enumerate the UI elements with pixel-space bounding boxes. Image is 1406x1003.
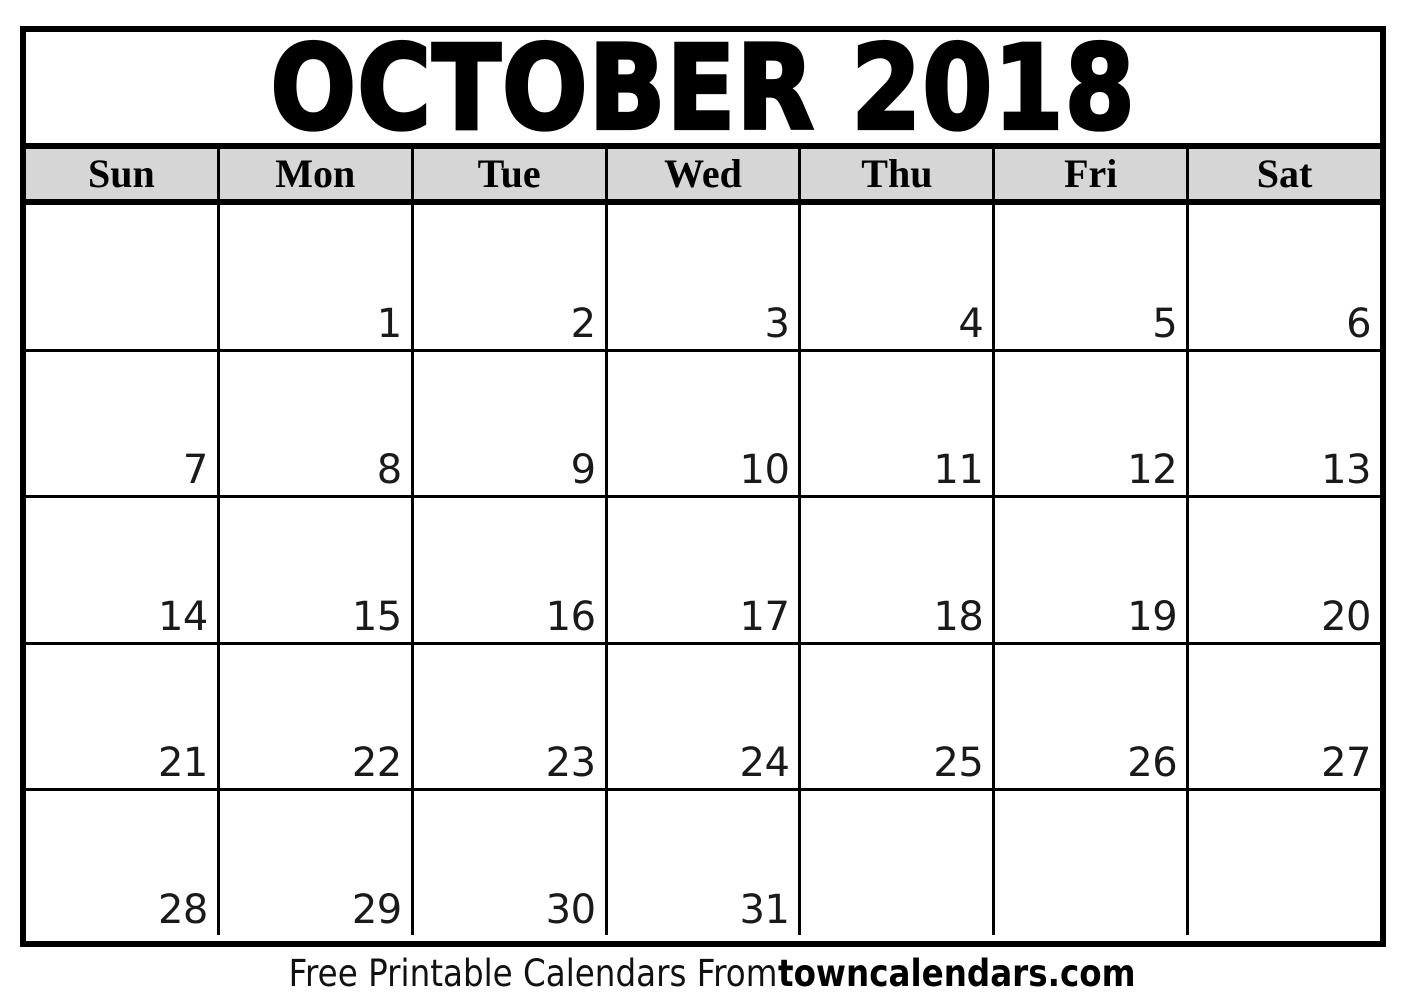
week-row: 7 8 9 10 11 12 13 (26, 351, 1381, 499)
day-cell[interactable]: 20 (1189, 498, 1381, 642)
day-cell[interactable]: 27 (1189, 644, 1381, 789)
day-number: 19 (1127, 593, 1178, 640)
weekday-header-fri: Fri (995, 149, 1190, 199)
day-number: 21 (157, 740, 208, 787)
day-number: 1 (376, 300, 402, 347)
calendar-frame: OCTOBER 2018 Sun Mon Tue Wed Thu Fri Sat (20, 26, 1386, 947)
calendar-grid: 1 2 3 4 5 6 7 8 9 10 11 12 13 14 15 16 1… (26, 205, 1381, 935)
day-cell[interactable]: 1 (219, 205, 414, 349)
day-number: 13 (1321, 447, 1372, 494)
day-number: 16 (545, 593, 596, 640)
footer: Free Printable Calendars From towncalend… (0, 952, 1406, 996)
day-cell[interactable]: 29 (219, 791, 414, 935)
day-cell[interactable]: 11 (801, 351, 996, 496)
weekday-header-wed: Wed (607, 149, 802, 199)
day-cell[interactable]: 8 (219, 351, 414, 496)
day-number: 25 (933, 740, 984, 787)
day-number: 28 (157, 886, 208, 933)
day-number: 29 (351, 886, 402, 933)
calendar-page: OCTOBER 2018 Sun Mon Tue Wed Thu Fri Sat (0, 0, 1406, 1003)
day-cell[interactable]: 18 (801, 498, 996, 642)
day-number: 5 (1152, 300, 1178, 347)
day-cell[interactable]: 25 (801, 644, 996, 789)
day-cell[interactable]: 5 (995, 205, 1190, 349)
day-number: 24 (739, 740, 790, 787)
day-cell[interactable]: 17 (607, 498, 802, 642)
day-cell[interactable]: 28 (26, 791, 220, 935)
weekday-label: Tue (477, 151, 541, 196)
day-cell[interactable] (26, 205, 220, 349)
day-number: 26 (1127, 740, 1178, 787)
day-cell[interactable]: 26 (995, 644, 1190, 789)
day-number: 4 (958, 300, 984, 347)
day-number: 7 (182, 447, 208, 494)
day-number: 12 (1127, 447, 1178, 494)
weekday-label: Sun (88, 151, 155, 196)
day-number: 17 (739, 593, 790, 640)
day-cell[interactable]: 2 (413, 205, 608, 349)
weekday-header-row: Sun Mon Tue Wed Thu Fri Sat (26, 149, 1381, 205)
day-cell[interactable]: 13 (1189, 351, 1381, 496)
week-row: 28 29 30 31 (26, 791, 1381, 935)
week-row: 1 2 3 4 5 6 (26, 205, 1381, 352)
day-cell[interactable]: 14 (26, 498, 220, 642)
day-number: 10 (739, 447, 790, 494)
day-number: 9 (570, 447, 596, 494)
day-number: 23 (545, 740, 596, 787)
day-number: 22 (351, 740, 402, 787)
weekday-label: Fri (1064, 151, 1118, 196)
day-number: 2 (570, 300, 596, 347)
day-cell[interactable] (995, 791, 1190, 935)
day-number: 27 (1321, 740, 1372, 787)
day-number: 14 (157, 593, 208, 640)
day-cell[interactable]: 4 (801, 205, 996, 349)
day-cell[interactable]: 10 (607, 351, 802, 496)
day-number: 15 (351, 593, 402, 640)
day-number: 31 (739, 886, 790, 933)
weekday-label: Wed (664, 151, 742, 196)
day-number: 18 (933, 593, 984, 640)
weekday-header-thu: Thu (801, 149, 996, 199)
day-cell[interactable]: 15 (219, 498, 414, 642)
day-cell[interactable]: 22 (219, 644, 414, 789)
week-row: 21 22 23 24 25 26 27 (26, 644, 1381, 792)
day-cell[interactable] (801, 791, 996, 935)
day-cell[interactable]: 16 (413, 498, 608, 642)
day-number: 11 (933, 447, 984, 494)
day-number: 3 (764, 300, 790, 347)
weekday-header-sun: Sun (26, 149, 220, 199)
weekday-label: Sat (1256, 151, 1313, 196)
calendar-title-bar: OCTOBER 2018 (26, 32, 1380, 149)
day-cell[interactable]: 31 (607, 791, 802, 935)
day-number: 30 (545, 886, 596, 933)
footer-brand-link[interactable]: towncalendars.com (778, 952, 1136, 996)
day-number: 8 (376, 447, 402, 494)
day-cell[interactable]: 23 (413, 644, 608, 789)
day-cell[interactable]: 7 (26, 351, 220, 496)
weekday-header-sat: Sat (1189, 149, 1381, 199)
day-cell[interactable] (1189, 791, 1381, 935)
day-number: 20 (1321, 593, 1372, 640)
page-title: OCTOBER 2018 (269, 32, 1136, 149)
weekday-header-tue: Tue (413, 149, 608, 199)
day-cell[interactable]: 3 (607, 205, 802, 349)
weekday-header-mon: Mon (219, 149, 414, 199)
day-number: 6 (1346, 300, 1372, 347)
day-cell[interactable]: 6 (1189, 205, 1381, 349)
day-cell[interactable]: 12 (995, 351, 1190, 496)
day-cell[interactable]: 9 (413, 351, 608, 496)
day-cell[interactable]: 19 (995, 498, 1190, 642)
week-row: 14 15 16 17 18 19 20 (26, 498, 1381, 645)
weekday-label: Mon (275, 151, 356, 196)
day-cell[interactable]: 24 (607, 644, 802, 789)
day-cell[interactable]: 21 (26, 644, 220, 789)
weekday-label: Thu (861, 151, 933, 196)
day-cell[interactable]: 30 (413, 791, 608, 935)
footer-text: Free Printable Calendars From (288, 952, 778, 995)
